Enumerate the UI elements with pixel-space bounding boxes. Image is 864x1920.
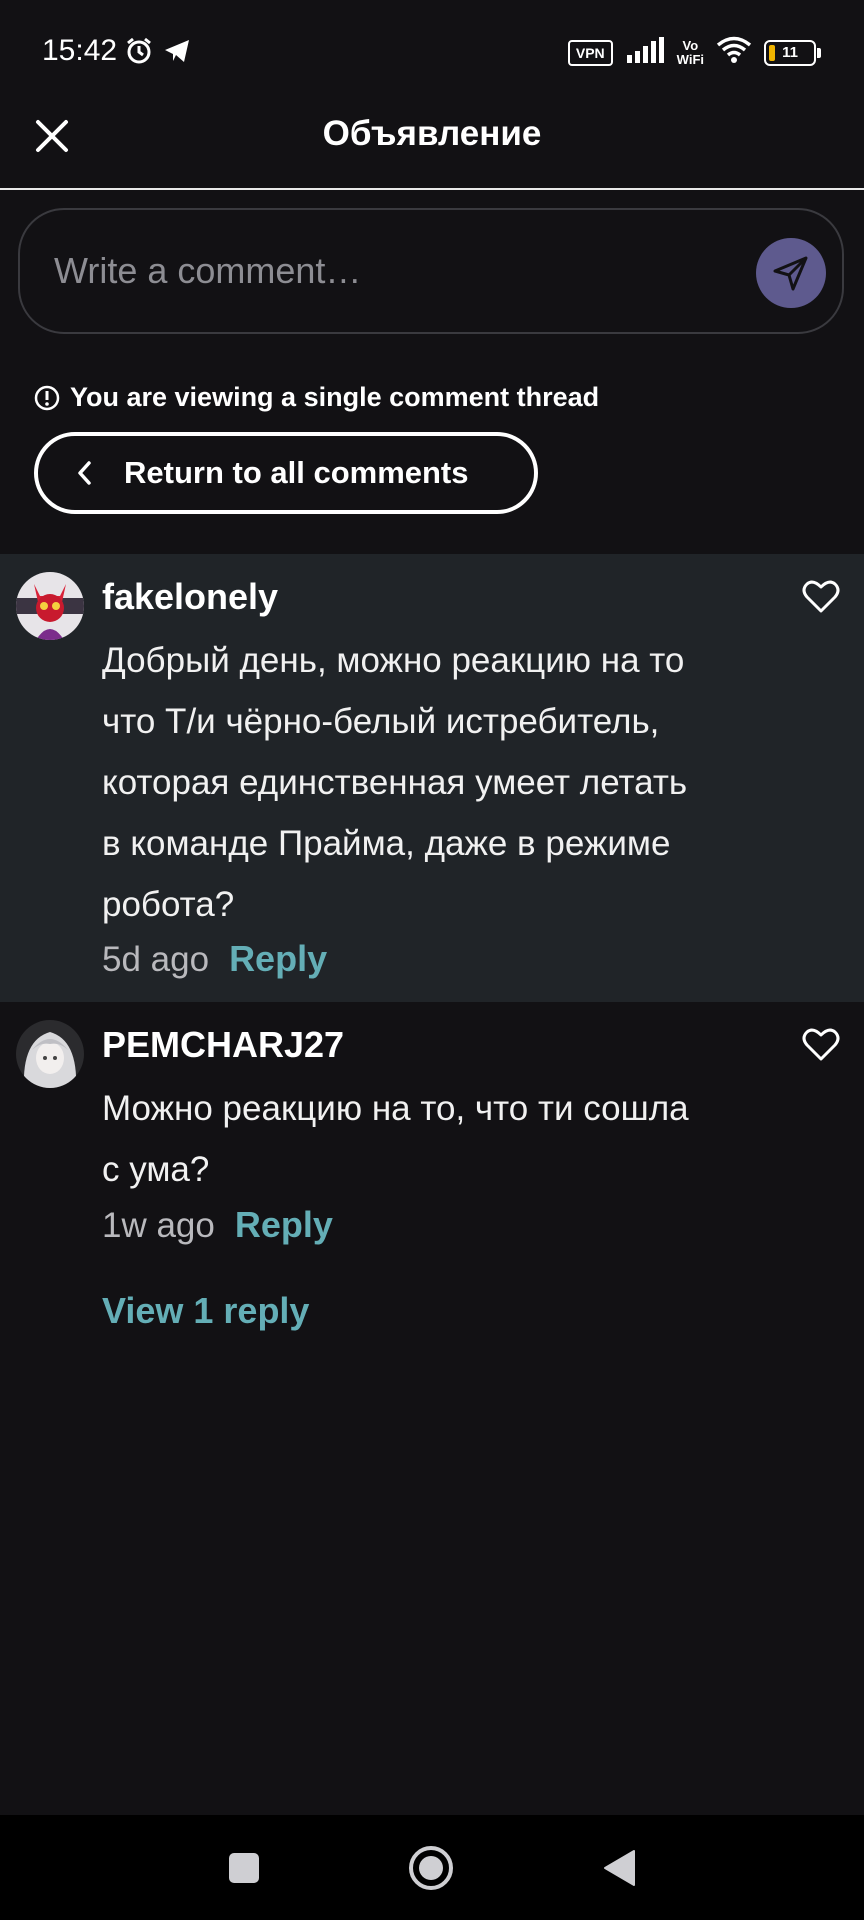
page-title: Объявление bbox=[322, 114, 542, 153]
home-icon bbox=[409, 1846, 453, 1890]
send-icon bbox=[773, 256, 808, 291]
signal-icon bbox=[625, 37, 665, 68]
comment-line: что Т/и чёрно-белый истребитель, bbox=[102, 702, 660, 741]
comment-composer bbox=[18, 208, 844, 334]
back-button[interactable] bbox=[594, 1843, 644, 1893]
wifi-icon bbox=[716, 36, 752, 69]
alarm-icon bbox=[124, 36, 154, 71]
system-nav-bar bbox=[0, 1815, 864, 1920]
return-to-all-comments-button[interactable]: Return to all comments bbox=[34, 432, 538, 514]
battery-indicator: 11 bbox=[764, 39, 821, 66]
comment-line: Добрый день, можно реакцию на то bbox=[102, 641, 685, 680]
vowifi-label: Vo WiFi bbox=[676, 37, 704, 67]
comment-line: в команде Прайма, даже в режиме bbox=[102, 824, 671, 863]
comment-line: которая единственная умеет летать bbox=[102, 763, 688, 802]
send-button[interactable] bbox=[756, 238, 826, 308]
comment-line: Можно реакцию на то, что ти сошла bbox=[102, 1089, 689, 1128]
vowifi-top: Vo bbox=[682, 37, 699, 53]
comment-time: 1w ago bbox=[102, 1206, 215, 1245]
comment-meta: 5d ago Reply bbox=[102, 938, 327, 980]
status-left-icons bbox=[124, 36, 192, 71]
comment-text: Можно реакцию на то, что ти сошла с ума? bbox=[102, 1078, 752, 1200]
comment-time: 5d ago bbox=[102, 940, 210, 979]
thread-notice-text: You are viewing a single comment thread bbox=[70, 382, 600, 412]
avatar[interactable] bbox=[16, 572, 84, 640]
chevron-left-icon bbox=[76, 459, 102, 487]
avatar[interactable] bbox=[16, 1020, 84, 1088]
back-icon bbox=[604, 1850, 635, 1886]
username[interactable]: fakelonely bbox=[102, 576, 278, 618]
comment-item: PEMCHARJ27 Можно реакцию на то, что ти с… bbox=[0, 1002, 864, 1262]
status-time: 15:42 bbox=[42, 34, 118, 67]
info-icon bbox=[34, 385, 60, 410]
comment-text: Добрый день, можно реакцию на то что Т/и… bbox=[102, 630, 752, 935]
reply-button[interactable]: Reply bbox=[235, 1204, 333, 1246]
recents-icon bbox=[229, 1853, 259, 1883]
heart-icon bbox=[802, 580, 840, 613]
recents-button[interactable] bbox=[219, 1843, 269, 1893]
comment-meta: 1w ago Reply bbox=[102, 1204, 333, 1246]
like-button[interactable] bbox=[800, 1024, 842, 1066]
heart-icon bbox=[802, 1028, 840, 1061]
vowifi-bottom: WiFi bbox=[676, 51, 704, 67]
return-label: Return to all comments bbox=[124, 455, 469, 490]
reply-button[interactable]: Reply bbox=[229, 938, 327, 980]
status-right-icons: VPN Vo WiFi 11 bbox=[567, 36, 821, 69]
like-button[interactable] bbox=[800, 576, 842, 618]
status-bar: 15:42 VPN Vo WiFi 11 bbox=[0, 0, 864, 104]
header: Объявление bbox=[0, 104, 864, 190]
comment-line: робота? bbox=[102, 885, 235, 924]
telegram-icon bbox=[162, 36, 192, 71]
home-button[interactable] bbox=[406, 1843, 456, 1893]
username[interactable]: PEMCHARJ27 bbox=[102, 1024, 344, 1066]
vpn-badge: VPN bbox=[567, 39, 613, 66]
comment-input[interactable] bbox=[52, 238, 736, 304]
comment-line: с ума? bbox=[102, 1150, 210, 1189]
view-replies-button[interactable]: View 1 reply bbox=[102, 1290, 309, 1332]
thread-notice: You are viewing a single comment thread bbox=[34, 382, 599, 413]
comment-item: fakelonely Добрый день, можно реакцию на… bbox=[0, 554, 864, 1002]
